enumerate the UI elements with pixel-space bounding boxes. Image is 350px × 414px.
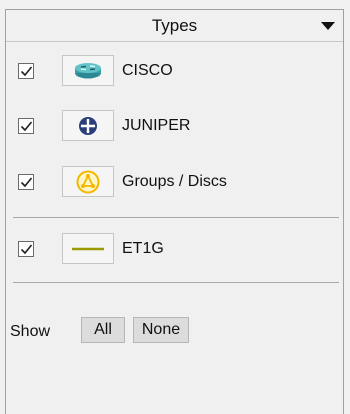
groups-icon-box: [62, 166, 114, 197]
group-icon: [76, 170, 100, 193]
et1g-icon-box: [62, 233, 114, 264]
checkmark-icon: [20, 177, 33, 188]
types-dropdown-title: Types: [151, 16, 198, 35]
et1g-checkbox[interactable]: [18, 241, 34, 257]
types-panel: Types CISCO JUNIPER Groups / Discs ET1G …: [5, 9, 344, 414]
cisco-icon-box: [62, 55, 114, 86]
types-dropdown[interactable]: Types: [6, 10, 343, 42]
checkmark-icon: [20, 66, 33, 77]
show-controls: Show All None: [6, 316, 343, 346]
groups-label: Groups / Discs: [122, 173, 227, 190]
divider: [13, 217, 339, 218]
link-row-et1g: ET1G: [6, 232, 343, 266]
dropdown-arrow-icon[interactable]: [321, 22, 335, 30]
checkmark-icon: [20, 121, 33, 132]
juniper-label: JUNIPER: [122, 117, 191, 134]
juniper-icon-box: [62, 110, 114, 141]
checkmark-icon: [20, 244, 33, 255]
juniper-icon: [79, 116, 97, 135]
show-all-button[interactable]: All: [81, 317, 125, 343]
juniper-checkbox[interactable]: [18, 118, 34, 134]
router-icon: [75, 62, 101, 78]
type-row-cisco: CISCO: [6, 54, 343, 88]
et1g-label: ET1G: [122, 240, 164, 257]
type-row-groups: Groups / Discs: [6, 165, 343, 199]
cisco-label: CISCO: [122, 62, 173, 79]
type-row-juniper: JUNIPER: [6, 109, 343, 143]
show-none-button[interactable]: None: [133, 317, 189, 343]
groups-checkbox[interactable]: [18, 174, 34, 190]
link-line-icon: [72, 247, 104, 250]
show-label: Show: [10, 323, 51, 340]
cisco-checkbox[interactable]: [18, 63, 34, 79]
divider: [13, 282, 339, 283]
